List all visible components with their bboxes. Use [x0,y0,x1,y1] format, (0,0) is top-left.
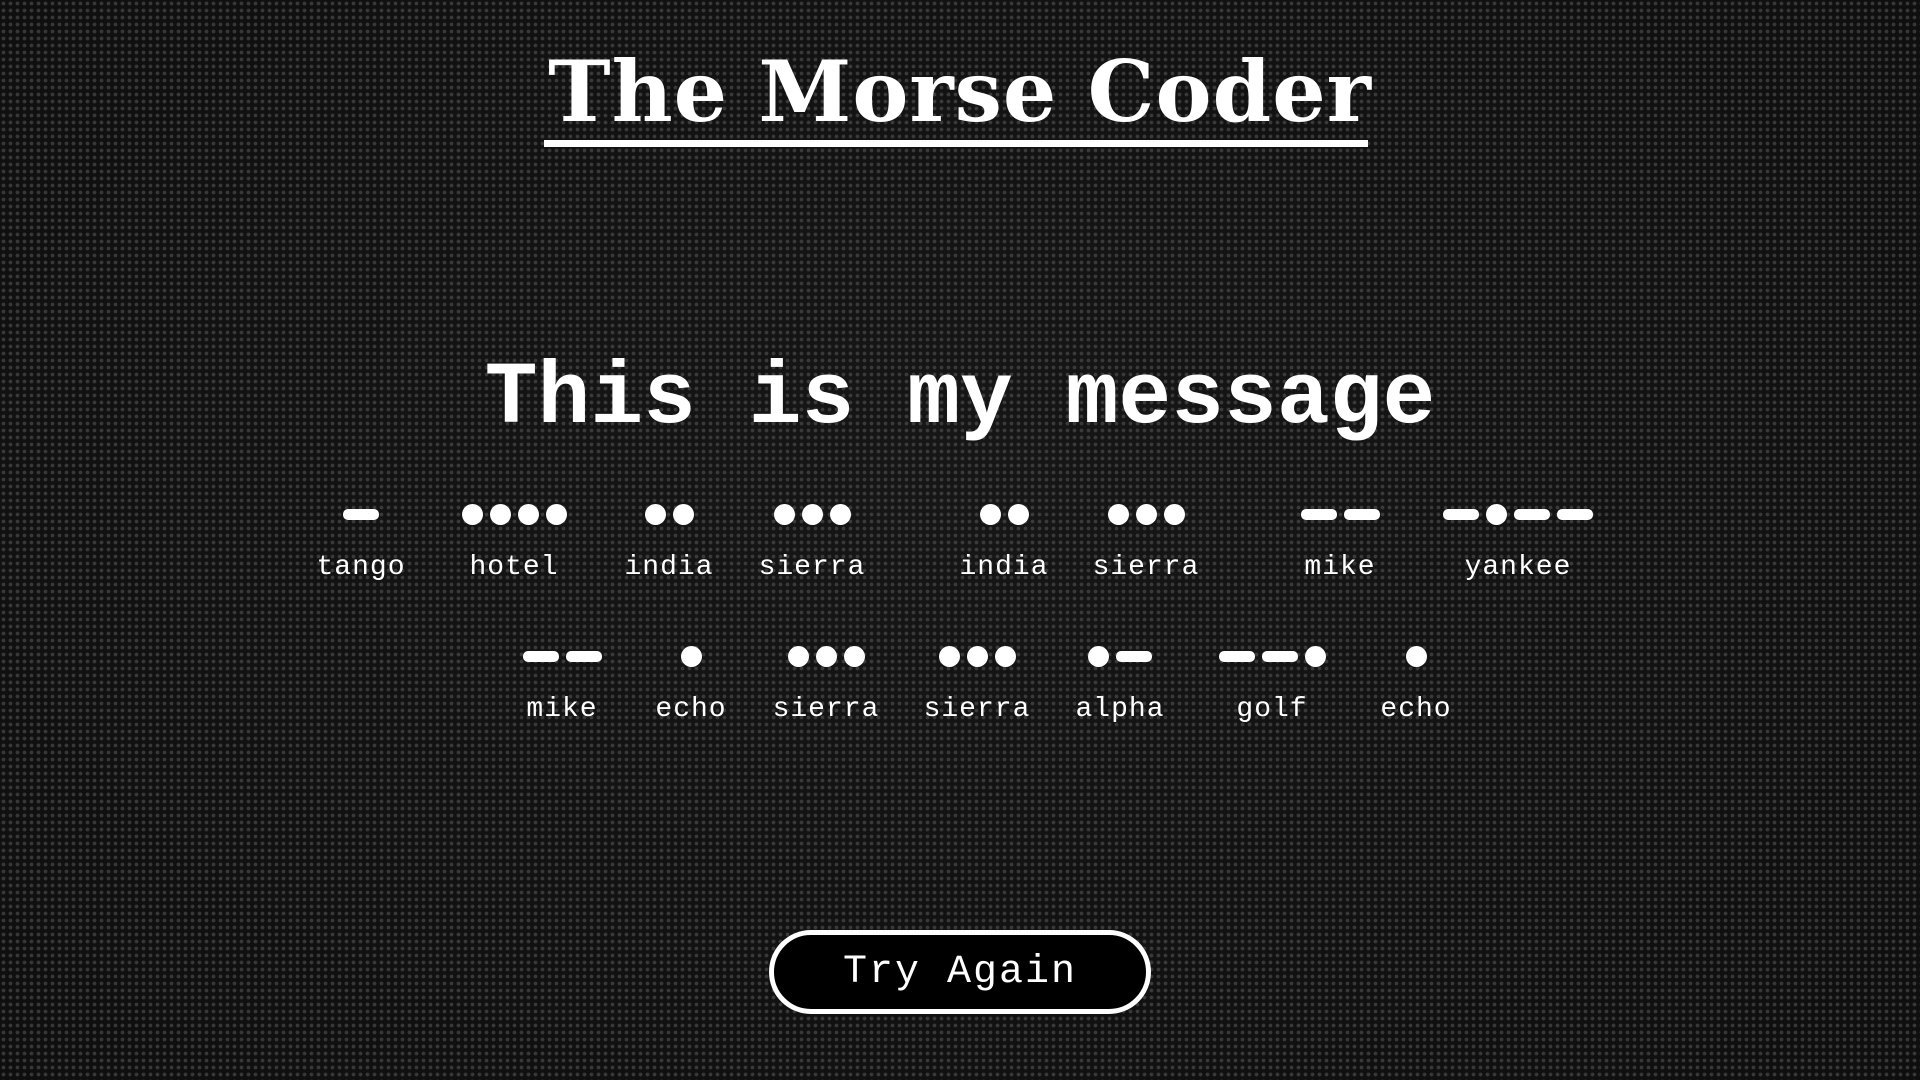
morse-dot [1135,503,1157,525]
morse-code-symbols [461,500,567,528]
morse-dot [461,503,483,525]
morse-code-symbols [1300,500,1380,528]
phonetic-label: golf [1236,694,1308,725]
morse-code-symbols [644,500,694,528]
morse-letter: hotel [424,500,604,584]
morse-dot [801,503,823,525]
app-title: The Morse Coder [548,42,1372,141]
morse-dash [343,508,379,520]
morse-code-symbols [1405,642,1427,670]
morse-code-symbols [979,500,1029,528]
morse-dot [1163,503,1185,525]
morse-dot [672,503,694,525]
morse-dot [489,503,511,525]
morse-dash [1443,508,1479,520]
morse-dash [1557,508,1593,520]
morse-code-symbols [680,642,702,670]
morse-dot [966,645,988,667]
phonetic-label: india [959,552,1049,583]
morse-letter: sierra [1056,500,1236,584]
morse-dash [1300,508,1337,520]
morse-dash [565,650,602,662]
morse-dot [938,645,960,667]
phonetic-label: india [624,552,714,583]
morse-code-symbols [773,500,851,528]
phonetic-label: alpha [1075,694,1165,725]
phonetic-label: mike [526,694,598,725]
morse-dot [1107,503,1129,525]
morse-code-symbols [522,642,602,670]
morse-dot [994,645,1016,667]
morse-dot [545,503,567,525]
morse-dot [1486,503,1507,525]
morse-dot [843,645,865,667]
morse-dash [1343,508,1380,520]
try-again-button[interactable]: Try Again [769,930,1151,1014]
phonetic-label: hotel [469,552,559,583]
phonetic-label: echo [1380,694,1452,725]
morse-letter: echo [1326,642,1506,726]
morse-dot [1007,503,1029,525]
phonetic-label: tango [316,552,406,583]
phonetic-label: yankee [1464,552,1572,583]
phonetic-label: sierra [772,694,880,725]
morse-dot [815,645,837,667]
morse-dash [1261,650,1298,662]
morse-letter: sierra [722,500,902,584]
morse-code-symbols [787,642,865,670]
phonetic-label: sierra [1092,552,1200,583]
morse-dot [787,645,809,667]
message-text: This is my message [484,350,1436,449]
morse-code-symbols [343,500,379,528]
morse-dash [1116,650,1152,662]
morse-dot [979,503,1001,525]
morse-code-symbols [938,642,1016,670]
morse-dot [680,645,702,667]
morse-dot [1304,645,1326,667]
morse-code-symbols [1218,642,1326,670]
morse-dot [829,503,851,525]
morse-dot [517,503,539,525]
morse-code-symbols [1088,642,1152,670]
phonetic-label: echo [655,694,727,725]
morse-code-symbols [1107,500,1185,528]
morse-code-symbols [1443,500,1593,528]
title-underline [544,140,1368,147]
morse-dot [773,503,795,525]
phonetic-label: sierra [923,694,1031,725]
phonetic-label: mike [1304,552,1376,583]
morse-dot [1405,645,1427,667]
morse-dot [644,503,666,525]
morse-letter: mike [1250,500,1430,584]
morse-dash [1218,650,1255,662]
morse-dot [1088,645,1109,667]
morse-letter: yankee [1428,500,1608,584]
morse-dash [1514,508,1550,520]
phonetic-label: sierra [758,552,866,583]
morse-dash [522,650,559,662]
